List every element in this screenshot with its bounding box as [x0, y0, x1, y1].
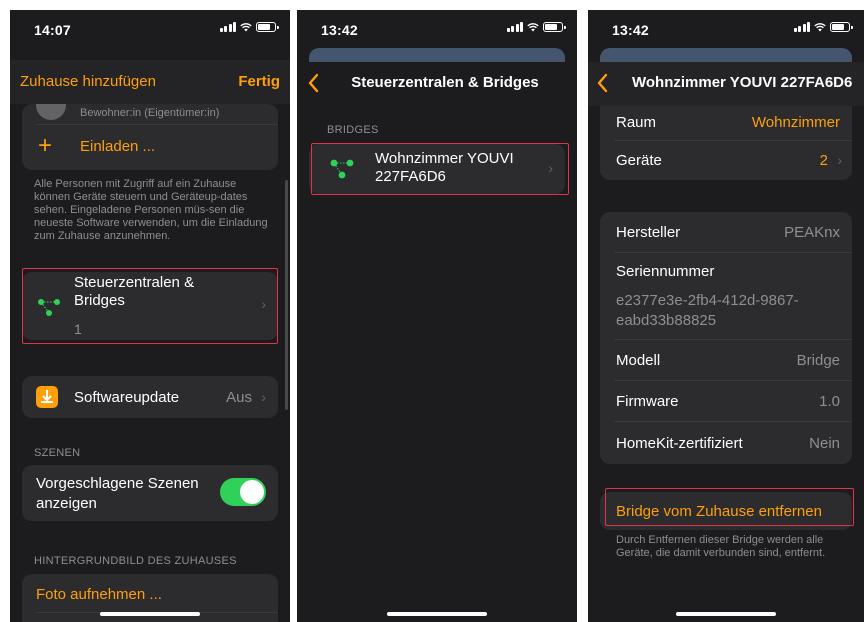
scenes-row: Vorgeschlagene Szenen anzeigen: [22, 465, 278, 521]
chevron-right-icon: ›: [261, 389, 266, 405]
nav-title: Steuerzentralen & Bridges: [351, 74, 539, 91]
scrollbar[interactable]: [285, 180, 288, 410]
signal-icon: [506, 22, 523, 32]
battery-icon: [543, 22, 566, 32]
nav-bar: Wohnzimmer YOUVI 227FA6D6: [588, 62, 864, 106]
firmware-row: Firmware 1.0: [600, 381, 852, 421]
battery-icon: [256, 22, 279, 32]
wallpaper-header: HINTERGRUNDBILD DES ZUHAUSES: [34, 555, 237, 567]
signal-icon: [793, 22, 810, 32]
highlight-box: [311, 143, 569, 195]
manufacturer-row: Hersteller PEAKnx: [600, 212, 852, 252]
scenes-header: SZENEN: [34, 447, 81, 459]
toggle-switch[interactable]: [220, 478, 266, 506]
avatar: [36, 104, 66, 120]
invite-row[interactable]: + Einladen ...: [22, 124, 278, 170]
homekit-row: HomeKit-zertifiziert Nein: [600, 422, 852, 464]
room-value: Wohnzimmer: [751, 114, 840, 131]
home-indicator: [676, 612, 776, 616]
firmware-value: 1.0: [819, 393, 840, 410]
software-update-row[interactable]: Softwareupdate Aus ›: [22, 376, 278, 418]
serial-label: Seriennummer: [616, 263, 715, 280]
nav-title: Wohnzimmer YOUVI 227FA6D6: [632, 74, 853, 91]
wifi-icon: [814, 23, 826, 32]
scenes-toggle-label: Vorgeschlagene Szenen anzeigen: [36, 475, 199, 512]
manufacturer-value: PEAKnx: [784, 224, 840, 241]
screen-bridge-details: 13:42 Wohnzimmer YOUVI 227FA6D6 Raum Woh…: [588, 10, 864, 622]
homekit-value: Nein: [809, 435, 840, 452]
model-row: Modell Bridge: [600, 340, 852, 380]
status-bar: 13:42: [297, 10, 577, 46]
status-bar: 13:42: [588, 10, 864, 46]
status-time: 13:42: [612, 22, 649, 38]
plus-icon: +: [38, 132, 53, 159]
accessory-info-group: Hersteller PEAKnx Seriennummer e2377e3e-…: [600, 212, 852, 464]
highlight-box: [605, 488, 854, 526]
screen-bridges-list: 13:42 Steuerzentralen & Bridges BRIDGES …: [297, 10, 577, 622]
homekit-label: HomeKit-zertifiziert: [616, 435, 743, 452]
people-group: Bewohner:in (Eigentümer:in) + Einladen .…: [22, 104, 278, 170]
take-photo-button[interactable]: Foto aufnehmen ...: [36, 586, 162, 603]
remove-caption: Durch Entfernen dieser Bridge werden all…: [616, 534, 826, 559]
people-caption: Alle Personen mit Zugriff auf ein Zuhaus…: [34, 178, 268, 242]
room-row[interactable]: Raum Wohnzimmer: [600, 106, 852, 140]
status-time: 13:42: [321, 22, 358, 38]
highlight-box: [22, 268, 278, 344]
bridges-section-header: BRIDGES: [327, 124, 379, 136]
signal-icon: [219, 22, 236, 32]
model-label: Modell: [616, 352, 661, 369]
wifi-icon: [527, 23, 539, 32]
status-bar: 14:07: [10, 10, 290, 46]
software-update-value: Aus: [226, 389, 252, 406]
user-role: Bewohner:in (Eigentümer:in): [80, 107, 220, 119]
devices-row[interactable]: Geräte 2 ›: [600, 141, 852, 179]
battery-icon: [830, 22, 853, 32]
nav-bar: Steuerzentralen & Bridges: [297, 62, 577, 106]
model-value: Bridge: [796, 352, 840, 369]
home-indicator: [100, 612, 200, 616]
room-label: Raum: [616, 114, 657, 131]
chevron-right-icon: ›: [837, 152, 842, 168]
screen-home-settings: 14:07 Zuhause hinzufügen Fertig Bewohner…: [10, 10, 290, 622]
serial-value: e2377e3e-2fb4-412d-9867-eabd33b88825: [616, 292, 799, 329]
done-button[interactable]: Fertig: [238, 73, 280, 90]
devices-value: 2: [819, 152, 828, 169]
wifi-icon: [240, 23, 252, 32]
status-time: 14:07: [34, 22, 71, 38]
room-devices-group: Raum Wohnzimmer Geräte 2 ›: [600, 106, 852, 180]
firmware-label: Firmware: [616, 393, 679, 410]
nav-title: Zuhause hinzufügen: [20, 73, 156, 90]
software-update-label: Softwareupdate: [74, 389, 180, 406]
back-chevron-icon[interactable]: [596, 73, 608, 93]
manufacturer-label: Hersteller: [616, 224, 681, 241]
invite-label: Einladen ...: [80, 138, 156, 155]
devices-label: Geräte: [616, 152, 662, 169]
home-indicator: [387, 612, 487, 616]
serial-row: Seriennummer e2377e3e-2fb4-412d-9867-eab…: [600, 253, 852, 339]
software-update-icon: [36, 386, 58, 408]
nav-bar: Zuhause hinzufügen Fertig: [10, 60, 290, 104]
